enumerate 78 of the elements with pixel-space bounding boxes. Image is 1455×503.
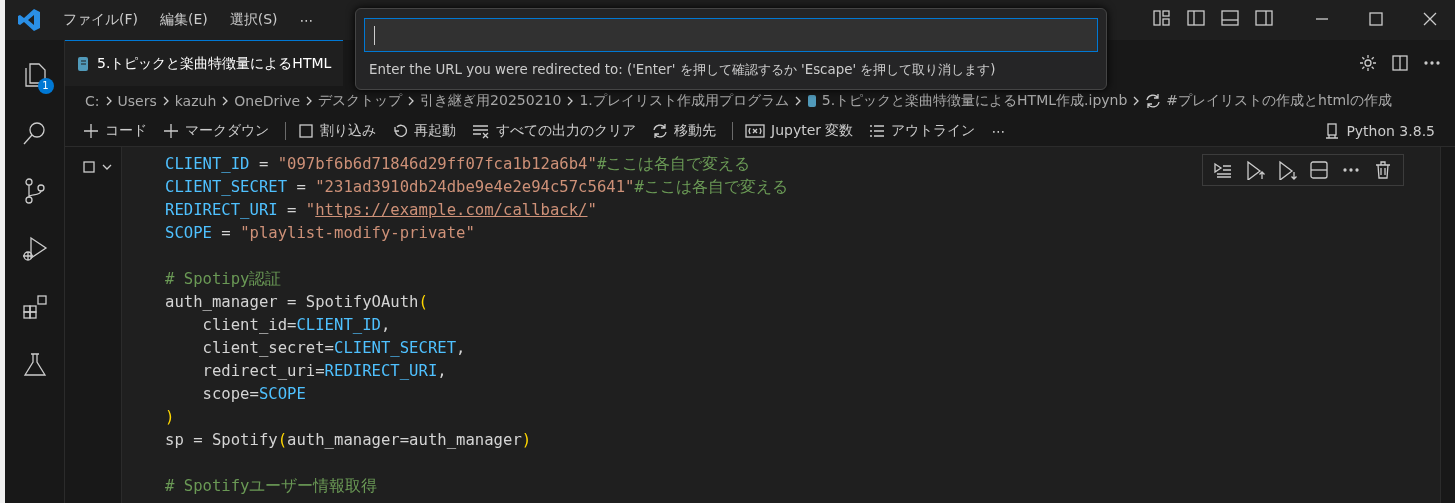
toolbar-button[interactable]: 移動先	[646, 120, 722, 142]
settings-icon[interactable]	[1359, 54, 1377, 72]
menu-item[interactable]: ⋯	[291, 8, 322, 32]
code-line: CLIENT_ID = "097bf6b6d71846d29ff07fca1b12a6b4"#ここは各自で変える	[165, 154, 751, 175]
chevron-icon	[162, 96, 169, 106]
notebook-icon	[77, 55, 89, 72]
code-line: # Spotifyユーザー情報取得	[165, 476, 378, 497]
toolbar-button[interactable]: 割り込み	[292, 120, 382, 142]
sync-icon	[1145, 93, 1162, 109]
code-cell[interactable]	[121, 147, 1440, 503]
restart-icon	[392, 123, 408, 139]
chevron-icon	[222, 96, 229, 106]
chevron-icon	[794, 96, 801, 106]
code-line: client_id=CLIENT_ID,	[201, 315, 391, 336]
chevron-icon	[306, 96, 313, 106]
code-line: redirect_uri=REDIRECT_URI,	[201, 361, 447, 382]
split-cell-icon[interactable]	[1309, 160, 1329, 180]
code-line: SCOPE = "playlist-modify-private"	[165, 223, 475, 244]
checkbox-icon[interactable]	[83, 161, 95, 173]
panel-toggle-icon[interactable]	[1221, 9, 1239, 27]
toolbar-button[interactable]: 再起動	[386, 120, 462, 142]
chevron-icon	[408, 96, 415, 106]
toolbar-button[interactable]: マークダウン	[157, 120, 275, 142]
breadcrumb-item[interactable]: 1.プレイリスト作成用プログラム	[579, 92, 789, 110]
input-field[interactable]	[364, 18, 1098, 52]
layout-icon[interactable]	[1153, 9, 1171, 27]
code-line: auth_manager = SpotifyOAuth(	[165, 292, 428, 313]
code-line: # Spotipy認証	[165, 269, 282, 290]
notebook-icon	[806, 94, 817, 108]
menu-item[interactable]: ファイル(F)	[55, 7, 146, 33]
variables-icon	[745, 123, 765, 139]
chevron-icon	[567, 96, 574, 106]
chevron-icon	[1133, 96, 1140, 106]
breadcrumb-item[interactable]: C:	[85, 93, 100, 109]
menu-item[interactable]: 選択(S)	[221, 7, 286, 33]
toolbar-button[interactable]: Jupyter 変数	[739, 120, 860, 142]
code-line: )	[165, 407, 175, 428]
plus-icon	[163, 123, 179, 139]
server-icon	[1324, 123, 1341, 139]
toolbar-button[interactable]: すべての出力のクリア	[466, 120, 642, 142]
list-icon	[869, 125, 886, 137]
run-by-line-icon[interactable]	[1213, 160, 1233, 180]
run-debug-icon[interactable]	[20, 235, 49, 263]
breadcrumb-item[interactable]: 5.トピックと楽曲特徴量によるHTML作成.ipynb	[806, 92, 1128, 110]
kernel-picker[interactable]: Python 3.8.5	[1318, 121, 1441, 141]
toolbar-button[interactable]: アウトライン	[863, 120, 982, 142]
clear-all-icon	[472, 123, 490, 139]
breadcrumb-item[interactable]: デスクトップ	[318, 92, 403, 110]
breadcrumb-item[interactable]: 引き継ぎ用20250210	[420, 92, 562, 110]
run-above-icon[interactable]	[1245, 160, 1265, 180]
editor-tab[interactable]: 5.トピックと楽曲特徴量によるHTML	[65, 40, 344, 86]
toolbar-button[interactable]: コード	[77, 120, 153, 142]
square-icon	[298, 123, 314, 139]
toolbar-button[interactable]: ⋯	[985, 121, 1012, 141]
app-logo-icon	[17, 8, 41, 32]
sidebar-toggle-icon[interactable]	[1187, 9, 1205, 27]
code-line: sp = Spotify(auth_manager=auth_manager)	[165, 430, 532, 451]
plus-icon	[83, 123, 99, 139]
breadcrumb-item[interactable]: #プレイリストの作成とhtmlの作成	[1145, 92, 1392, 110]
chevron-icon	[105, 96, 112, 106]
menu-item[interactable]: 編集(E)	[152, 7, 216, 33]
code-line: CLIENT_SECRET = "231ad3910db24dbe9e4e2e94c57c5641"#ここは各自で変える	[165, 177, 788, 198]
breadcrumb-item[interactable]: kazuh	[174, 93, 217, 109]
trash-icon[interactable]	[1373, 160, 1393, 180]
extensions-icon[interactable]	[20, 293, 49, 321]
code-line: client_secret=CLIENT_SECRET,	[201, 338, 466, 359]
code-line: scope=SCOPE	[201, 384, 306, 405]
close-icon[interactable]	[1423, 11, 1437, 26]
notification-badge: 1	[37, 78, 54, 94]
breadcrumb-item[interactable]: OneDrive	[234, 93, 301, 109]
prompt-message: Enter the URL you were redirected to: ('Enter' を押して確認するか 'Escape' を押して取り消します)	[368, 61, 996, 79]
sync-icon	[652, 123, 668, 139]
run-below-icon[interactable]	[1277, 160, 1297, 180]
sidebar-toggle-icon[interactable]	[1255, 9, 1273, 27]
split-editor-icon[interactable]	[1391, 54, 1409, 72]
breadcrumb-item[interactable]: Users	[117, 93, 157, 109]
maximize-icon[interactable]	[1369, 11, 1383, 26]
code-line: REDIRECT_URI = "https://example.com/callback/"	[165, 200, 597, 221]
